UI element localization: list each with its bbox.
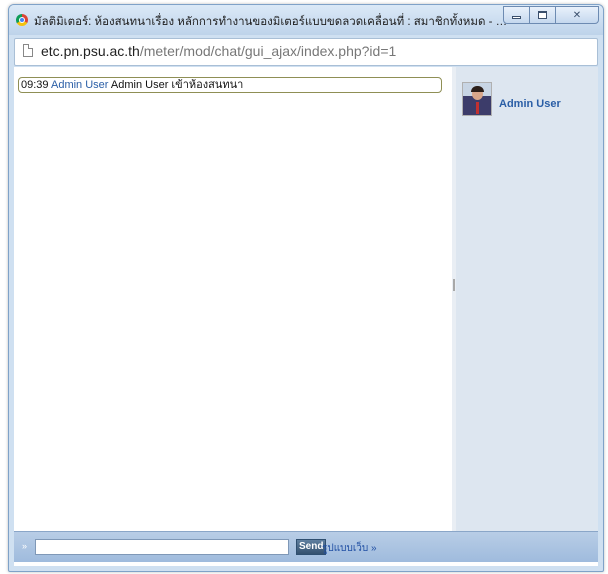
page-icon [23, 44, 33, 57]
minimize-icon [512, 15, 521, 19]
chat-client: 09:39 Admin User Admin User เข้าห้องสนทน… [14, 67, 598, 566]
window-controls: ✕ [503, 6, 599, 24]
users-panel: Admin User [456, 67, 598, 531]
avatar-tie [476, 102, 479, 114]
url-path: /meter/mod/chat/gui_ajax/index.php?id=1 [139, 43, 397, 59]
message-input[interactable] [35, 539, 289, 555]
chat-messages-area: 09:39 Admin User Admin User เข้าห้องสนทน… [14, 67, 452, 531]
maximize-icon [538, 11, 547, 19]
message-input-bar: » Send รูปแบบเว็บ » [14, 531, 598, 562]
title-bar[interactable]: มัลติมิเตอร์: ห้องสนทนาเรื่อง หลักการทำง… [9, 5, 603, 35]
close-icon: ✕ [572, 9, 582, 21]
minimize-button[interactable] [503, 6, 530, 24]
chrome-icon [16, 14, 28, 26]
url-host: etc.pn.psu.ac.th [41, 43, 140, 59]
chat-message: 09:39 Admin User Admin User เข้าห้องสนทน… [18, 77, 442, 93]
avatar[interactable] [462, 82, 492, 116]
address-bar[interactable]: etc.pn.psu.ac.th/meter/mod/chat/gui_ajax… [14, 38, 598, 66]
gui-mode-link[interactable]: รูปแบบเว็บ » [322, 541, 377, 556]
message-user[interactable]: Admin User [51, 79, 108, 91]
splitter-grip-icon[interactable] [453, 279, 455, 291]
message-time: 09:39 [21, 79, 49, 91]
user-name[interactable]: Admin User [499, 98, 561, 110]
user-list-item[interactable]: Admin User [462, 82, 561, 116]
close-button[interactable]: ✕ [555, 6, 599, 24]
window-title: มัลติมิเตอร์: ห้องสนทนาเรื่อง หลักการทำง… [34, 16, 514, 28]
avatar-hair [471, 86, 484, 92]
url-text[interactable]: etc.pn.psu.ac.th/meter/mod/chat/gui_ajax… [41, 43, 396, 59]
message-text: Admin User เข้าห้องสนทนา [110, 79, 244, 91]
browser-window: มัลติมิเตอร์: ห้องสนทนาเรื่อง หลักการทำง… [8, 4, 604, 572]
bar-arrow-icon: » [22, 541, 28, 551]
maximize-button[interactable] [529, 6, 556, 24]
